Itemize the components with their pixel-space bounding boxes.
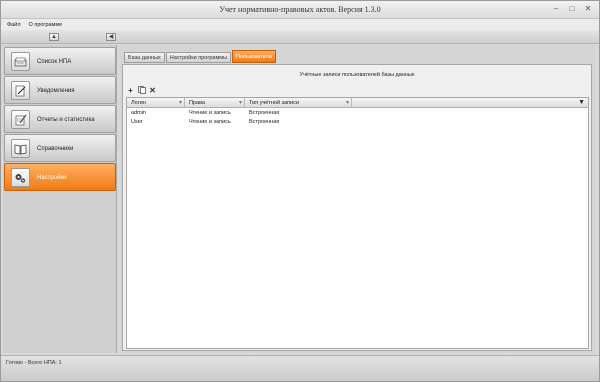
tab-program-settings[interactable]: Настройки программы xyxy=(165,52,231,63)
document-stack-icon xyxy=(11,52,30,71)
sidebar-item-label: Настройки xyxy=(37,175,67,181)
panel-title: Учётные записи пользователей базы данных xyxy=(299,72,415,78)
window-title: Учет нормативно-правовых актов. Версия 1… xyxy=(219,5,381,14)
column-account-type[interactable]: Тип учётной записи ▾ xyxy=(245,98,352,108)
copy-icon[interactable] xyxy=(137,86,146,95)
grid-header: Логин ▾ Права ▾ Тип учётной записи ▾ ▼ xyxy=(127,98,588,108)
column-label: Тип учётной записи xyxy=(249,100,300,106)
tab-database[interactable]: База данных xyxy=(124,52,165,63)
sidebar-item-label: Отчеты и статистика xyxy=(37,117,95,123)
cell-login: admin xyxy=(131,110,146,116)
cell-account-type: Встроенная xyxy=(249,110,280,116)
sidebar-item-notifications[interactable]: Уведомления xyxy=(4,76,116,104)
book-icon xyxy=(11,139,30,158)
status-text: Готово - Всего НПА: 1 xyxy=(6,360,62,366)
table-row[interactable]: admin Чтение и запись Встроенная xyxy=(127,109,588,118)
pen-icon xyxy=(11,81,30,100)
minimize-icon[interactable]: – xyxy=(551,4,561,14)
main-content: База данных Настройки программы Пользова… xyxy=(120,45,595,353)
cell-login: User xyxy=(131,119,143,125)
gears-icon xyxy=(11,168,30,187)
sidebar: Список НПА Уведомления Отчеты и статисти… xyxy=(3,45,117,353)
status-bar: Готово - Всего НПА: 1 xyxy=(1,355,599,381)
filter-icon[interactable]: ▾ xyxy=(179,99,182,107)
sidebar-item-reports[interactable]: Отчеты и статистика xyxy=(4,105,116,133)
collapse-up-button[interactable]: ▲ xyxy=(49,33,59,41)
toolbar: ▲ ◀ xyxy=(1,30,599,44)
close-icon[interactable]: ✕ xyxy=(583,4,593,14)
column-label: Права xyxy=(189,100,205,106)
funnel-icon[interactable]: ▼ xyxy=(578,98,585,108)
cell-rights: Чтение и запись xyxy=(189,119,231,125)
table-row[interactable]: User Чтение и запись Встроенная xyxy=(127,118,588,127)
column-rights[interactable]: Права ▾ xyxy=(185,98,245,108)
sidebar-item-label: Список НПА xyxy=(37,59,72,65)
maximize-icon[interactable]: □ xyxy=(567,4,577,14)
cell-account-type: Встроенная xyxy=(249,119,280,125)
delete-icon[interactable]: ✕ xyxy=(148,86,157,95)
triangle-up-icon: ▲ xyxy=(51,34,57,40)
collapse-left-button[interactable]: ◀ xyxy=(106,33,116,41)
sidebar-item-label: Справочники xyxy=(37,146,74,152)
filter-icon[interactable]: ▾ xyxy=(346,99,349,107)
menu-file[interactable]: Файл xyxy=(7,22,21,28)
menu-about[interactable]: О программе xyxy=(29,22,63,28)
users-panel: Учётные записи пользователей базы данных… xyxy=(122,64,592,351)
filter-icon[interactable]: ▾ xyxy=(239,99,242,107)
column-login[interactable]: Логин ▾ xyxy=(127,98,185,108)
app-window: Учет нормативно-правовых актов. Версия 1… xyxy=(0,0,600,382)
tab-strip: База данных Настройки программы Пользова… xyxy=(124,50,276,64)
triangle-left-icon: ◀ xyxy=(108,34,114,40)
tab-users[interactable]: Пользователи xyxy=(232,50,276,63)
users-grid: Логин ▾ Права ▾ Тип учётной записи ▾ ▼ a… xyxy=(126,97,589,349)
sidebar-item-label: Уведомления xyxy=(37,88,75,94)
cell-rights: Чтение и запись xyxy=(189,110,231,116)
sidebar-item-settings[interactable]: Настройки xyxy=(4,163,116,191)
add-icon[interactable]: + xyxy=(126,86,135,95)
report-icon xyxy=(11,110,30,129)
title-bar[interactable]: Учет нормативно-правовых актов. Версия 1… xyxy=(1,1,599,19)
sidebar-item-npa-list[interactable]: Список НПА xyxy=(4,47,116,75)
menu-bar: Файл О программе xyxy=(1,19,599,30)
panel-toolbar: + ✕ xyxy=(126,86,157,95)
sidebar-item-directories[interactable]: Справочники xyxy=(4,134,116,162)
column-label: Логин xyxy=(131,100,146,106)
